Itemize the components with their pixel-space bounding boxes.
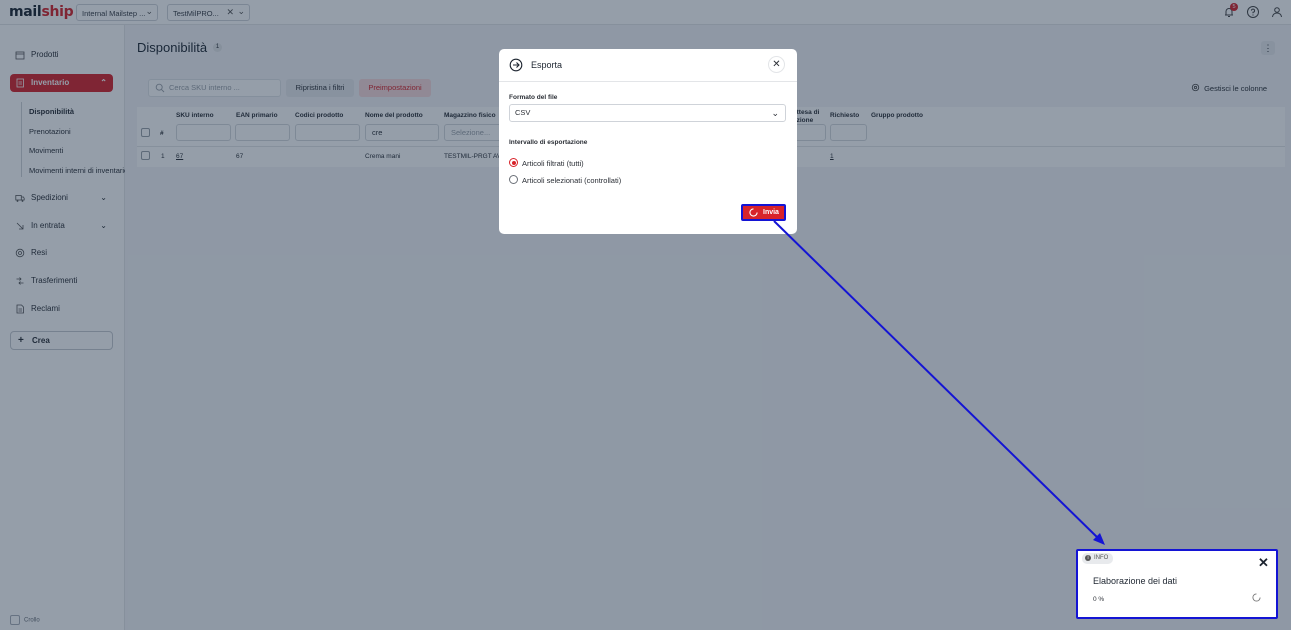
spinner-icon: [1252, 593, 1261, 602]
spinner-icon: [749, 208, 758, 217]
toast-progress: 0 %: [1093, 596, 1105, 603]
info-toast: i INFO ✕ Elaborazione dei dati 0 %: [1076, 549, 1278, 619]
close-icon[interactable]: ✕: [1258, 556, 1269, 569]
send-button-label: Invia: [763, 209, 779, 216]
radio-filtered-items-label[interactable]: Articoli filtrati (tutti): [522, 159, 584, 168]
export-range-label: Intervallo di esportazione: [509, 139, 588, 146]
info-icon: i: [1085, 555, 1091, 561]
radio-selected-items-label[interactable]: Articoli selezionati (controllati): [522, 176, 621, 185]
toast-title: Elaborazione dei dati: [1093, 576, 1178, 586]
file-format-value: CSV: [515, 108, 531, 117]
info-tag: i INFO: [1082, 553, 1114, 564]
modal-header: Esporta ✕: [499, 49, 797, 82]
radio-filtered-items[interactable]: [509, 158, 518, 167]
file-format-select[interactable]: CSV ⌄: [509, 104, 786, 122]
modal-title: Esporta: [531, 60, 563, 70]
radio-selected-items[interactable]: [509, 175, 518, 184]
file-format-label: Formato del file: [509, 94, 558, 101]
chevron-down-icon: ⌄: [771, 108, 779, 118]
arrow-right-circle-icon: [509, 58, 523, 72]
close-icon[interactable]: ✕: [768, 56, 785, 73]
export-modal: Esporta ✕ Formato del file CSV ⌄ Interva…: [499, 49, 797, 234]
send-button[interactable]: Invia: [741, 204, 786, 221]
info-tag-label: INFO: [1094, 555, 1109, 561]
